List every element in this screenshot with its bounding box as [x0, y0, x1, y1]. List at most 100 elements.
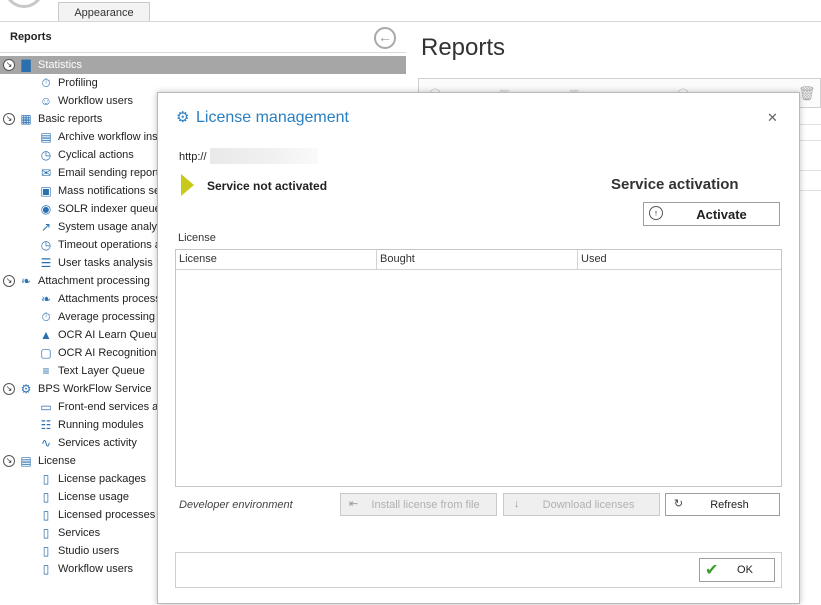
- service-url: http://: [179, 151, 207, 163]
- reports-panel-title: Reports: [10, 31, 52, 43]
- tree-item[interactable]: ◉ SOLR indexer queue: [0, 200, 161, 218]
- refresh-button[interactable]: ↻ Refresh: [665, 493, 780, 516]
- clock-icon: ◷: [40, 148, 52, 162]
- stopwatch-icon: ⏱: [41, 76, 51, 90]
- tree-item-label: License packages: [58, 473, 147, 485]
- tree-item[interactable]: ▣ Mass notifications se: [0, 182, 160, 200]
- ok-button[interactable]: ✔ OK: [699, 558, 775, 582]
- tree-item[interactable]: ◷ Timeout operations a: [0, 236, 161, 254]
- tree-item-label: Average processing: [58, 311, 156, 323]
- ocr-icon: ▢: [40, 346, 52, 360]
- license-doc-icon: ▯: [42, 472, 50, 486]
- tree-item[interactable]: ↘ ▦ Basic reports: [0, 110, 160, 128]
- clock-icon: ◷: [40, 238, 52, 252]
- collapse-toggle-icon[interactable]: ↘: [3, 383, 15, 395]
- tab-appearance[interactable]: Appearance: [58, 2, 150, 22]
- developer-environment-label: Developer environment: [179, 499, 293, 511]
- activate-label: Activate: [696, 207, 747, 222]
- tree-item[interactable]: ⏱ Profiling: [0, 74, 160, 92]
- tree-item[interactable]: ▯ Workflow users: [0, 560, 160, 578]
- tab-divider: [0, 21, 821, 22]
- tree-item[interactable]: ∿ Services activity: [0, 434, 160, 452]
- collapse-toggle-icon[interactable]: ↘: [3, 113, 15, 125]
- panel-divider: [0, 52, 406, 53]
- tree-item[interactable]: ☰ User tasks analysis: [0, 254, 160, 272]
- license-doc-icon: ▯: [42, 544, 50, 558]
- tree-item[interactable]: ▯ Studio users: [0, 542, 160, 560]
- trash-icon[interactable]: 🗑: [798, 85, 816, 102]
- tree-item[interactable]: ☷ Running modules: [0, 416, 160, 434]
- tree-item[interactable]: ✉ Email sending report: [0, 164, 160, 182]
- paperclip-icon: ❧: [20, 274, 32, 288]
- tree-item[interactable]: ▢ OCR AI Recognition: [0, 344, 160, 362]
- tree-item[interactable]: ↘ ▤ License: [0, 452, 160, 470]
- page-title: Reports: [421, 34, 506, 61]
- license-grid[interactable]: License Bought Used: [175, 249, 782, 487]
- solr-icon: ◉: [40, 202, 52, 216]
- tree-item[interactable]: ▭ Front-end services a: [0, 398, 160, 416]
- activate-button[interactable]: ↑ Activate: [643, 202, 780, 226]
- tree-item-label: Licensed processes: [58, 509, 156, 521]
- grid-line: [799, 170, 821, 171]
- close-icon[interactable]: ✕: [767, 110, 778, 126]
- tree-item[interactable]: ↘ ⚙ BPS WorkFlow Service: [0, 380, 160, 398]
- gears-icon: ⚙: [20, 382, 32, 396]
- tree-item-label: System usage analys: [58, 221, 163, 233]
- service-activation-heading: Service activation: [611, 176, 739, 193]
- install-license-label: Install license from file: [371, 499, 480, 511]
- download-licenses-button[interactable]: ↓ Download licenses: [503, 493, 660, 516]
- tree-item[interactable]: ↗ System usage analys: [0, 218, 163, 236]
- column-used[interactable]: Used: [578, 250, 781, 270]
- users-icon: ☺: [39, 94, 53, 108]
- tree-item[interactable]: ▯ License packages: [0, 470, 160, 488]
- license-doc-icon: ▯: [42, 490, 50, 504]
- collapse-toggle-icon[interactable]: ↘: [3, 59, 15, 71]
- pulse-icon: ∿: [40, 436, 52, 450]
- tree-item[interactable]: ⏱ Average processing: [0, 308, 160, 326]
- tree-item[interactable]: ☺ Workflow users: [0, 92, 160, 110]
- tree-item[interactable]: ↘ ❧ Attachment processing: [0, 272, 160, 290]
- tree-item[interactable]: ≡ Text Layer Queue: [0, 362, 160, 380]
- grid-header: License Bought Used: [176, 250, 781, 270]
- tree-item[interactable]: ▯ Services: [0, 524, 160, 542]
- archive-icon: ▤: [40, 130, 52, 144]
- tree-item-label: OCR AI Learn Queue: [58, 329, 163, 341]
- install-license-button[interactable]: ⇤ Install license from file: [340, 493, 497, 516]
- tree-item[interactable]: ▤ Archive workflow ins: [0, 128, 160, 146]
- tree-item-label: Services activity: [58, 437, 137, 449]
- tree-item-label: BPS WorkFlow Service: [38, 383, 152, 395]
- dialog-footer: [175, 552, 782, 588]
- tree-item-label: Archive workflow ins: [58, 131, 158, 143]
- license-doc-icon: ▯: [42, 508, 50, 522]
- tree-item[interactable]: ▯ Licensed processes: [0, 506, 160, 524]
- tree-item[interactable]: ↘ ▇ Statistics: [0, 56, 406, 74]
- text-layer-icon: ≡: [42, 364, 50, 378]
- tree-item-label: Timeout operations a: [58, 239, 161, 251]
- line-chart-icon: ↗: [40, 220, 52, 234]
- column-license[interactable]: License: [176, 250, 377, 270]
- tree-item[interactable]: ▯ License usage: [0, 488, 160, 506]
- tree-item-label: Attachment processing: [38, 275, 150, 287]
- paperclip-icon: ❧: [40, 292, 52, 306]
- notifications-icon: ▣: [40, 184, 52, 198]
- license-caption: License: [178, 232, 216, 244]
- back-arrow-icon[interactable]: ←: [374, 27, 396, 49]
- tree-item[interactable]: ▲ OCR AI Learn Queue: [0, 326, 163, 344]
- collapse-toggle-icon[interactable]: ↘: [3, 455, 15, 467]
- redacted-url-host: [210, 148, 318, 164]
- tree-item[interactable]: ❧ Attachments process: [0, 290, 161, 308]
- tree-item-label: Attachments process: [58, 293, 161, 305]
- license-doc-icon: ▯: [42, 562, 50, 576]
- column-bought[interactable]: Bought: [377, 250, 578, 270]
- tree-item-label: Basic reports: [38, 113, 103, 125]
- license-management-dialog: ⚙ License management ✕ http:// Service n…: [157, 92, 800, 604]
- certificate-icon: ▤: [20, 454, 32, 468]
- tree-item-label: Front-end services a: [58, 401, 159, 413]
- monitor-icon: ▭: [40, 400, 52, 414]
- modules-icon: ☷: [40, 418, 52, 432]
- collapse-toggle-icon[interactable]: ↘: [3, 275, 15, 287]
- download-licenses-label: Download licenses: [542, 499, 635, 511]
- tree-item-label: Workflow users: [58, 563, 133, 575]
- tree-item[interactable]: ◷ Cyclical actions: [0, 146, 160, 164]
- graduation-cap-icon: ▲: [40, 328, 52, 342]
